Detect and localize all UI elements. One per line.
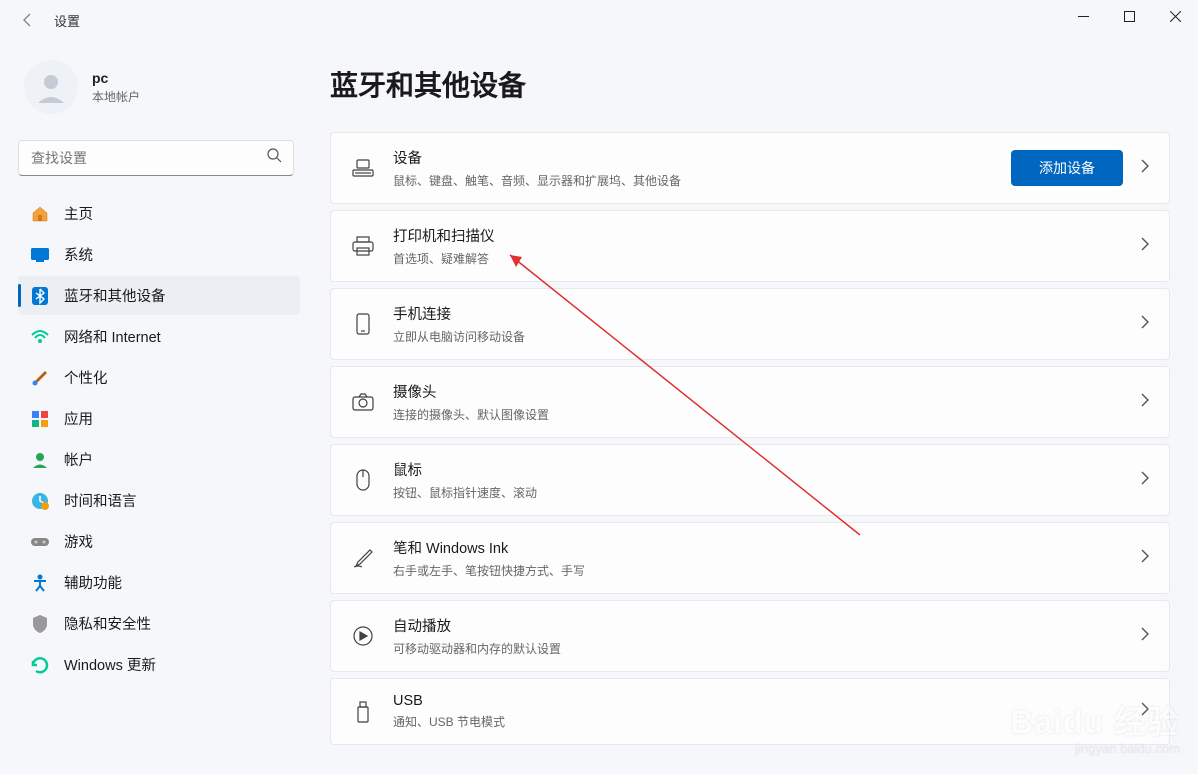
chevron-right-icon (1141, 315, 1149, 334)
card-title: 设备 (393, 147, 1011, 168)
card-sub: 首选项、疑难解答 (393, 250, 1141, 267)
user-name: pc (92, 70, 140, 86)
avatar (24, 60, 78, 114)
card-usb[interactable]: USB 通知、USB 节电模式 (330, 678, 1170, 745)
card-title: 笔和 Windows Ink (393, 537, 1141, 558)
camera-icon (351, 390, 375, 414)
nav-label: 网络和 Internet (64, 326, 161, 347)
card-sub: 按钮、鼠标指针速度、滚动 (393, 484, 1141, 501)
user-block[interactable]: pc 本地帐户 (18, 52, 300, 134)
nav-update[interactable]: Windows 更新 (18, 645, 300, 684)
app-title: 设置 (54, 11, 80, 30)
card-sub: 立即从电脑访问移动设备 (393, 328, 1141, 345)
update-icon (30, 655, 50, 675)
phone-icon (351, 312, 375, 336)
nav-system[interactable]: 系统 (18, 235, 300, 274)
usb-icon (351, 700, 375, 724)
nav-label: 蓝牙和其他设备 (64, 285, 166, 306)
nav: 主页 系统 蓝牙和其他设备 网络和 Internet 个性化 应用 (18, 194, 300, 684)
card-camera[interactable]: 摄像头 连接的摄像头、默认图像设置 (330, 366, 1170, 438)
card-autoplay[interactable]: 自动播放 可移动驱动器和内存的默认设置 (330, 600, 1170, 672)
mouse-icon (351, 468, 375, 492)
card-sub: 鼠标、键盘、触笔、音频、显示器和扩展坞、其他设备 (393, 172, 1011, 189)
nav-label: Windows 更新 (64, 654, 156, 675)
devices-icon (351, 156, 375, 180)
card-title: USB (393, 693, 1141, 709)
card-title: 手机连接 (393, 303, 1141, 324)
minimize-button[interactable] (1060, 0, 1106, 32)
card-sub: 右手或左手、笔按钮快捷方式、手写 (393, 562, 1141, 579)
system-icon (30, 245, 50, 265)
nav-label: 辅助功能 (64, 572, 122, 593)
search-input[interactable] (18, 140, 294, 176)
gamepad-icon (30, 532, 50, 552)
chevron-right-icon (1141, 393, 1149, 412)
back-button[interactable] (10, 2, 46, 38)
chevron-right-icon (1141, 627, 1149, 646)
autoplay-icon (351, 624, 375, 648)
search-box (18, 140, 294, 176)
nav-network[interactable]: 网络和 Internet (18, 317, 300, 356)
card-sub: 连接的摄像头、默认图像设置 (393, 406, 1141, 423)
accessibility-icon (30, 573, 50, 593)
card-sub: 可移动驱动器和内存的默认设置 (393, 640, 1141, 657)
card-phone[interactable]: 手机连接 立即从电脑访问移动设备 (330, 288, 1170, 360)
nav-label: 主页 (64, 203, 93, 224)
chevron-right-icon (1141, 159, 1149, 178)
network-icon (30, 327, 50, 347)
nav-personalization[interactable]: 个性化 (18, 358, 300, 397)
card-sub: 通知、USB 节电模式 (393, 713, 1141, 730)
nav-label: 帐户 (64, 449, 93, 470)
maximize-button[interactable] (1106, 0, 1152, 32)
close-button[interactable] (1152, 0, 1198, 32)
clock-icon (30, 491, 50, 511)
nav-time[interactable]: 时间和语言 (18, 481, 300, 520)
add-device-button[interactable]: 添加设备 (1011, 150, 1123, 186)
card-pen[interactable]: 笔和 Windows Ink 右手或左手、笔按钮快捷方式、手写 (330, 522, 1170, 594)
nav-bluetooth[interactable]: 蓝牙和其他设备 (18, 276, 300, 315)
card-title: 摄像头 (393, 381, 1141, 402)
nav-gaming[interactable]: 游戏 (18, 522, 300, 561)
bluetooth-icon (30, 286, 50, 306)
apps-icon (30, 409, 50, 429)
card-title: 自动播放 (393, 615, 1141, 636)
nav-label: 应用 (64, 408, 93, 429)
nav-label: 隐私和安全性 (64, 613, 151, 634)
nav-apps[interactable]: 应用 (18, 399, 300, 438)
nav-label: 时间和语言 (64, 490, 137, 511)
chevron-right-icon (1141, 702, 1149, 721)
user-sub: 本地帐户 (92, 88, 140, 105)
card-mouse[interactable]: 鼠标 按钮、鼠标指针速度、滚动 (330, 444, 1170, 516)
accounts-icon (30, 450, 50, 470)
page-title: 蓝牙和其他设备 (330, 64, 1170, 104)
home-icon (30, 204, 50, 224)
nav-accounts[interactable]: 帐户 (18, 440, 300, 479)
card-title: 鼠标 (393, 459, 1141, 480)
titlebar: 设置 (0, 0, 1198, 40)
nav-accessibility[interactable]: 辅助功能 (18, 563, 300, 602)
sidebar: pc 本地帐户 主页 系统 蓝牙和其他设备 (0, 40, 310, 774)
nav-label: 游戏 (64, 531, 93, 552)
nav-label: 个性化 (64, 367, 108, 388)
pen-icon (351, 546, 375, 570)
printer-icon (351, 234, 375, 258)
nav-label: 系统 (64, 244, 93, 265)
nav-privacy[interactable]: 隐私和安全性 (18, 604, 300, 643)
main-content: 蓝牙和其他设备 设备 鼠标、键盘、触笔、音频、显示器和扩展坞、其他设备 添加设备… (310, 40, 1198, 774)
chevron-right-icon (1141, 549, 1149, 568)
card-devices[interactable]: 设备 鼠标、键盘、触笔、音频、显示器和扩展坞、其他设备 添加设备 (330, 132, 1170, 204)
chevron-right-icon (1141, 237, 1149, 256)
search-icon (267, 148, 282, 168)
nav-home[interactable]: 主页 (18, 194, 300, 233)
brush-icon (30, 368, 50, 388)
card-title: 打印机和扫描仪 (393, 225, 1141, 246)
card-printers[interactable]: 打印机和扫描仪 首选项、疑难解答 (330, 210, 1170, 282)
chevron-right-icon (1141, 471, 1149, 490)
shield-icon (30, 614, 50, 634)
